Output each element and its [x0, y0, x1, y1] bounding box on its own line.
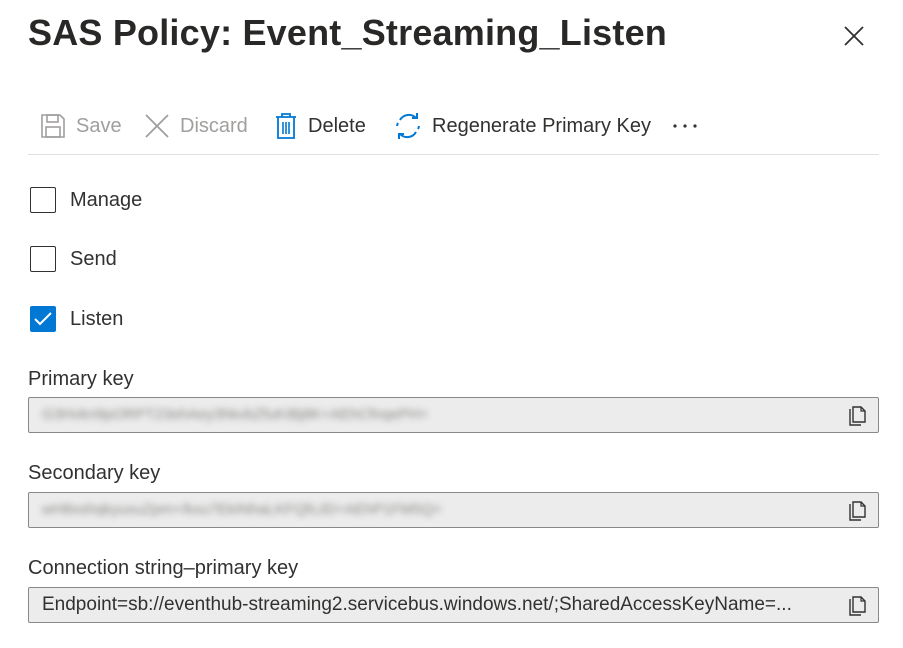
listen-checkbox[interactable]	[30, 306, 56, 332]
delete-icon	[274, 112, 298, 140]
manage-checkbox-row[interactable]: Manage	[30, 187, 142, 213]
manage-checkbox[interactable]	[30, 187, 56, 213]
regenerate-primary-key-button[interactable]: Regenerate Primary Key	[394, 110, 651, 142]
discard-button[interactable]: Discard	[144, 110, 248, 142]
regenerate-label: Regenerate Primary Key	[432, 114, 651, 137]
secondary-key-field[interactable]: wH8xshqkyuxuZpm+/kxu7EkINhaLKFQfcJD+AEhP…	[28, 492, 879, 528]
discard-icon	[144, 113, 170, 139]
page-title: SAS Policy: Event_Streaming_Listen	[28, 12, 667, 53]
more-icon	[672, 123, 698, 129]
listen-checkbox-row[interactable]: Listen	[30, 306, 123, 332]
copy-primary-key-button[interactable]	[848, 405, 868, 427]
refresh-icon	[394, 112, 422, 140]
save-button[interactable]: Save	[40, 110, 122, 142]
primary-key-value: G3Hvkn9pORPT23ehAey3hkvbZfuKIBj8K+AEhCfn…	[42, 406, 429, 423]
copy-icon	[849, 501, 867, 521]
command-bar: Save Discard Delete Regenerate Primary K…	[28, 104, 879, 155]
save-icon	[40, 113, 66, 139]
copy-secondary-key-button[interactable]	[848, 500, 868, 522]
send-label: Send	[70, 247, 117, 270]
connection-string-field[interactable]: Endpoint=sb://eventhub-streaming2.servic…	[28, 587, 879, 623]
close-button[interactable]	[838, 20, 870, 52]
close-icon	[844, 26, 864, 46]
manage-label: Manage	[70, 188, 143, 211]
save-label: Save	[76, 114, 122, 137]
discard-label: Discard	[180, 114, 248, 137]
listen-label: Listen	[70, 307, 124, 330]
secondary-key-label: Secondary key	[28, 462, 161, 484]
connection-string-value: Endpoint=sb://eventhub-streaming2.servic…	[42, 594, 792, 615]
checkmark-icon	[34, 312, 52, 326]
more-actions-button[interactable]	[670, 110, 700, 142]
primary-key-field[interactable]: G3Hvkn9pORPT23ehAey3hkvbZfuKIBj8K+AEhCfn…	[28, 397, 879, 433]
send-checkbox[interactable]	[30, 246, 56, 272]
copy-icon	[849, 596, 867, 616]
copy-icon	[849, 406, 867, 426]
secondary-key-value: wH8xshqkyuxuZpm+/kxu7EkINhaLKFQfcJD+AEhP…	[42, 501, 442, 518]
primary-key-label: Primary key	[28, 368, 134, 390]
send-checkbox-row[interactable]: Send	[30, 246, 117, 272]
connection-string-label: Connection string–primary key	[28, 557, 299, 579]
delete-button[interactable]: Delete	[274, 110, 366, 142]
delete-label: Delete	[308, 114, 366, 137]
copy-connection-string-button[interactable]	[848, 595, 868, 617]
